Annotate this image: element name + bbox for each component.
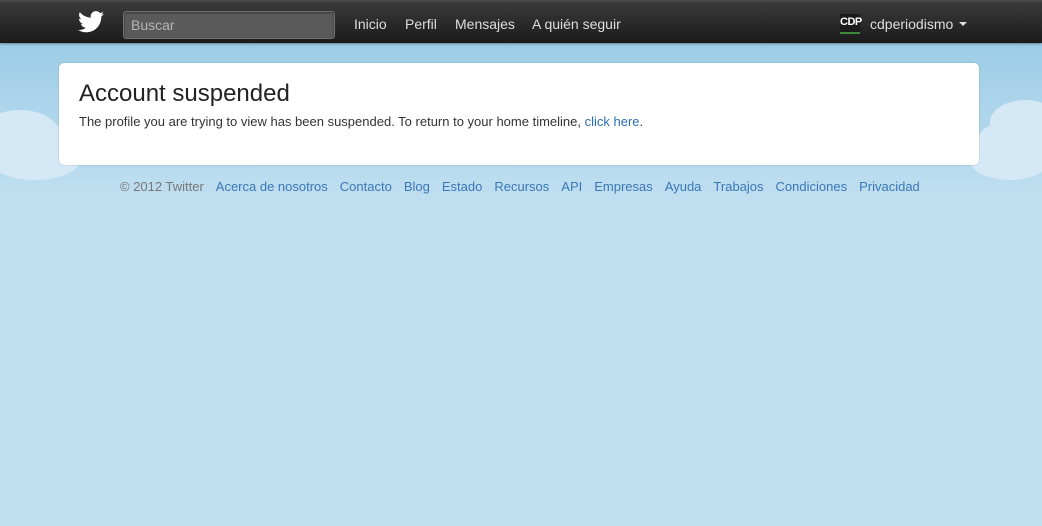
footer-link-privacidad[interactable]: Privacidad <box>859 179 920 194</box>
message-period: . <box>639 114 644 129</box>
caret-down-icon[interactable] <box>959 22 968 26</box>
footer-link-empresas[interactable]: Empresas <box>594 179 653 194</box>
footer-link-blog[interactable]: Blog <box>404 179 430 194</box>
page-title: Account suspended <box>79 80 290 107</box>
nav-perfil[interactable]: Perfil <box>405 16 437 32</box>
footer: © 2012 Twitter Acerca de nosotros Contac… <box>120 179 932 194</box>
suspended-card: Account suspended The profile you are tr… <box>59 63 979 165</box>
footer-link-estado[interactable]: Estado <box>442 179 482 194</box>
avatar[interactable]: CDP <box>840 14 862 34</box>
search-input[interactable] <box>123 11 335 39</box>
nav-inicio[interactable]: Inicio <box>354 16 387 32</box>
suspended-message: The profile you are trying to view has b… <box>79 114 643 129</box>
message-text: The profile you are trying to view has b… <box>79 114 581 129</box>
footer-link-condiciones[interactable]: Condiciones <box>776 179 848 194</box>
footer-link-ayuda[interactable]: Ayuda <box>665 179 702 194</box>
click-here-link[interactable]: click here <box>585 114 640 129</box>
top-navigation-bar: Inicio Perfil Mensajes A quién seguir CD… <box>0 0 1042 43</box>
footer-link-acerca[interactable]: Acerca de nosotros <box>216 179 328 194</box>
nav-a-quien-seguir[interactable]: A quién seguir <box>532 16 621 32</box>
copyright: © 2012 Twitter <box>120 179 204 194</box>
cloud <box>970 140 1042 180</box>
footer-link-api[interactable]: API <box>561 179 582 194</box>
nav-mensajes[interactable]: Mensajes <box>455 16 515 32</box>
twitter-bird-icon[interactable] <box>78 11 104 33</box>
footer-link-trabajos[interactable]: Trabajos <box>713 179 763 194</box>
user-menu[interactable]: CDP cdperiodismo <box>840 12 968 36</box>
footer-link-recursos[interactable]: Recursos <box>494 179 549 194</box>
footer-link-contacto[interactable]: Contacto <box>340 179 392 194</box>
username[interactable]: cdperiodismo <box>870 16 953 32</box>
